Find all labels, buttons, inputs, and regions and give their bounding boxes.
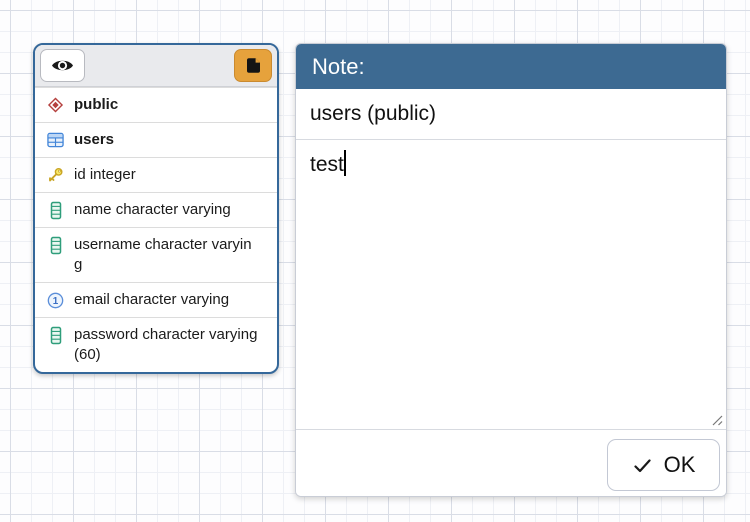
column-row-username: username character varying — [35, 227, 277, 282]
column-label: username character varying — [74, 235, 259, 275]
note-dialog-subtitle: users (public) — [296, 89, 726, 140]
schema-diamond-icon — [47, 95, 64, 115]
note-icon — [244, 56, 263, 75]
ok-button-label: OK — [664, 452, 696, 478]
table-grid-icon — [47, 130, 64, 150]
eye-icon — [51, 57, 74, 74]
column-row-name: name character varying — [35, 192, 277, 227]
note-dialog: Note: users (public) test OK — [295, 43, 727, 497]
column-icon — [47, 235, 64, 255]
column-label: email character varying — [74, 290, 259, 310]
note-dialog-title: Note: — [296, 44, 726, 89]
unique-badge-text: 1 — [53, 295, 59, 306]
note-button[interactable] — [234, 49, 272, 82]
schema-row: public — [35, 87, 277, 122]
show-details-button[interactable] — [40, 49, 85, 82]
table-label: users — [74, 130, 259, 150]
check-icon — [632, 455, 653, 476]
column-row-id: id integer — [35, 157, 277, 192]
note-dialog-title-text: Note: — [312, 54, 365, 80]
column-label: password character varying (60) — [74, 325, 259, 365]
unique-key-icon: 1 — [47, 290, 64, 310]
column-icon — [47, 200, 64, 220]
table-node-toolbar — [35, 45, 277, 87]
text-cursor — [344, 150, 346, 176]
note-dialog-subtitle-text: users (public) — [310, 102, 436, 126]
note-text: test — [310, 153, 344, 176]
column-label: name character varying — [74, 200, 259, 220]
table-row: users — [35, 122, 277, 157]
column-row-email: 1 email character varying — [35, 282, 277, 317]
ok-button[interactable]: OK — [607, 439, 720, 491]
note-dialog-footer: OK — [296, 429, 726, 496]
primary-key-icon — [47, 165, 64, 185]
resize-handle[interactable] — [709, 412, 723, 426]
column-row-password: password character varying (60) — [35, 317, 277, 372]
table-node-users[interactable]: public users i — [33, 43, 279, 374]
column-label: id integer — [74, 165, 259, 185]
note-textarea[interactable]: test — [296, 140, 726, 429]
column-icon — [47, 325, 64, 345]
erd-canvas[interactable]: public users i — [0, 0, 750, 522]
schema-label: public — [74, 95, 259, 115]
